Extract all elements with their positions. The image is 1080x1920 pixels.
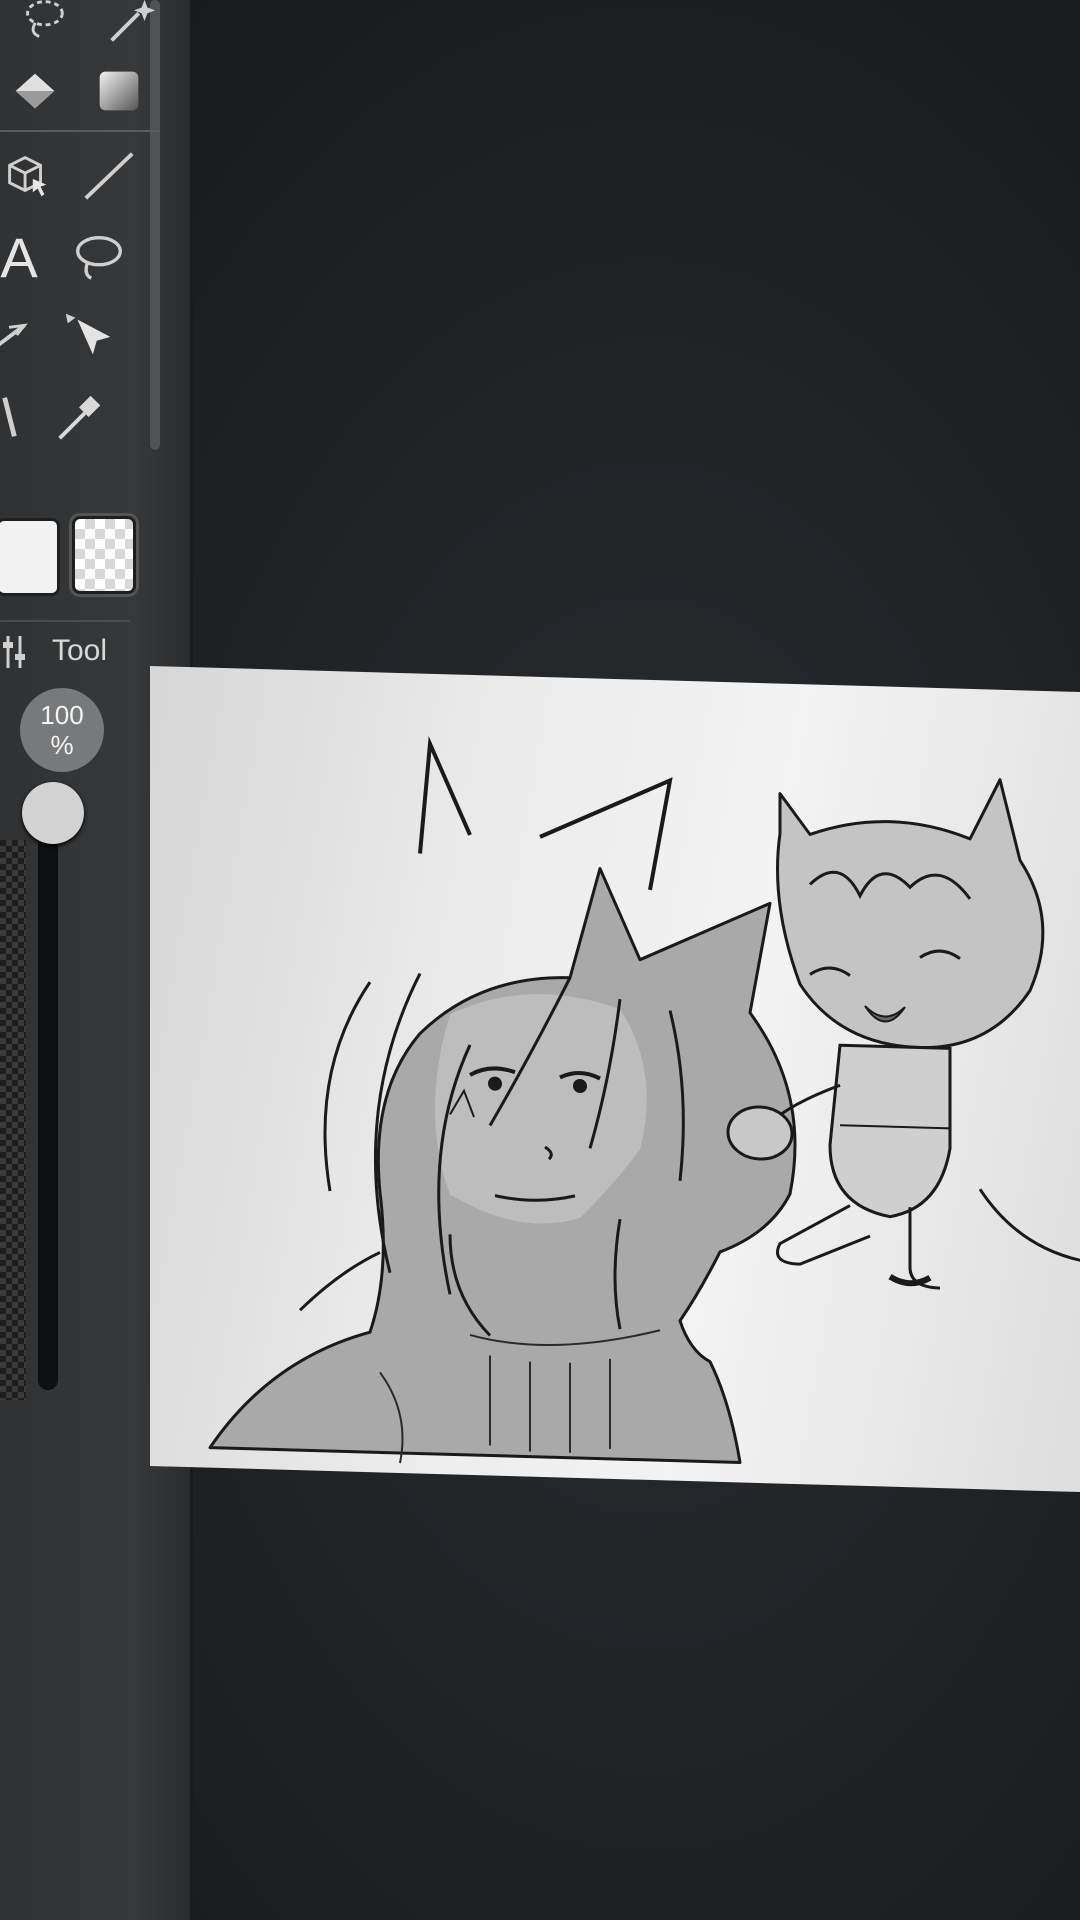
magic-wand-icon[interactable] [96,0,166,56]
brush-icon[interactable] [0,382,30,452]
left-character-sketch [208,735,797,1464]
opacity-slider-track[interactable] [38,820,58,1390]
gradient-icon[interactable] [84,56,154,126]
drawing-app-screen: A Tool 100 % [0,0,1080,1920]
tool-tab-label: Tool [52,634,108,667]
lasso-icon[interactable] [64,222,134,292]
canvas-artwork [208,735,1080,1464]
text-tool-glyph: A [0,225,38,289]
sliders-icon [3,636,25,668]
opacity-unit: % [50,730,74,760]
opacity-indicator[interactable]: 100 % [20,688,104,772]
right-chibi-sketch [726,778,1080,1290]
move-icon[interactable] [54,300,124,370]
tool-property-tab[interactable]: Tool [0,620,130,678]
brush-size-preview-strip [0,840,26,1400]
transparent-color-swatch[interactable] [72,516,136,594]
pen-icon[interactable] [0,300,44,370]
toolbar-divider [0,130,160,132]
text-icon[interactable]: A [0,222,54,292]
eyedropper-icon[interactable] [44,382,114,452]
3d-select-icon[interactable] [0,140,62,210]
fill-bucket-icon[interactable] [0,56,70,126]
opacity-slider-knob[interactable] [22,782,84,844]
main-color-swatch[interactable] [0,518,60,596]
lasso-select-icon[interactable] [8,0,78,56]
opacity-value: 100 [40,700,84,730]
line-icon[interactable] [74,140,144,210]
drawing-canvas[interactable] [150,666,1080,1493]
